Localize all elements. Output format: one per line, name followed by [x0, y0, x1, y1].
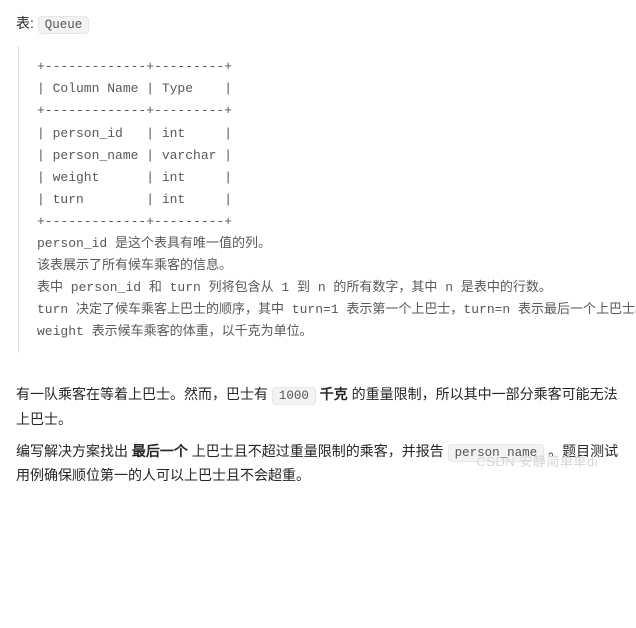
- table-prefix: 表:: [16, 15, 38, 31]
- p2-text-a: 编写解决方案找出: [16, 443, 132, 459]
- p1-bold: 千克: [320, 386, 348, 402]
- table-intro: 表: Queue: [16, 12, 620, 36]
- table-name-code: Queue: [38, 16, 90, 34]
- schema-block: +-------------+---------+ | Column Name …: [18, 46, 620, 353]
- p2-code: person_name: [448, 444, 545, 462]
- p1-text-a: 有一队乘客在等着上巴士。然而，巴士有: [16, 386, 272, 402]
- p2-bold: 最后一个: [132, 443, 188, 459]
- p1-code: 1000: [272, 387, 316, 405]
- paragraph-1: 有一队乘客在等着上巴士。然而，巴士有 1000 千克 的重量限制，所以其中一部分…: [16, 383, 620, 431]
- p2-text-b: 上巴士且不超过重量限制的乘客，并报告: [188, 443, 448, 459]
- paragraph-2: 编写解决方案找出 最后一个 上巴士且不超过重量限制的乘客，并报告 person_…: [16, 440, 620, 488]
